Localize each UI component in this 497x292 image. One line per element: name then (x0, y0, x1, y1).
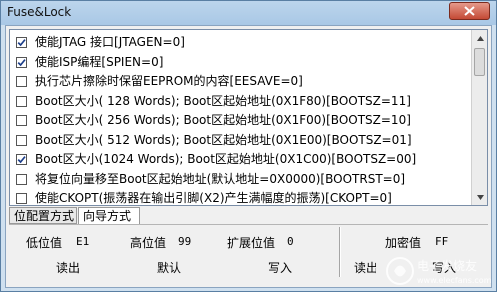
checkbox-checked[interactable] (16, 37, 27, 48)
fuse-option-label: Boot区大小( 512 Words); Boot区起始地址(0X1E00)[B… (35, 132, 412, 147)
fuse-option-row[interactable]: Boot区大小( 256 Words); Boot区起始地址(0X1F00)[B… (10, 111, 472, 131)
fuse-option-label: 使能JTAG 接口[JTAGEN=0] (35, 35, 185, 49)
window-title: Fuse&Lock (7, 5, 72, 19)
lock-read-button[interactable]: 读出 (354, 259, 376, 277)
elecfans-watermark: 电子发烧友 www.elecfans.com (385, 254, 492, 288)
checkbox-unchecked[interactable] (16, 95, 27, 107)
checkbox-unchecked[interactable] (16, 193, 27, 204)
fuse-option-row[interactable]: 使能CKOPT(振荡器在输出引脚(X2)产生满幅度的振荡)[CKOPT=0] (10, 189, 472, 205)
fuse-option-row[interactable]: 使能JTAG 接口[JTAGEN=0] (10, 33, 472, 53)
fuse-option-row[interactable]: Boot区大小(1024 Words); Boot区起始地址(0X1C00)[B… (10, 150, 472, 170)
watermark-text: 电子发烧友 (417, 258, 477, 273)
checkmark-icon (17, 156, 26, 164)
fuse-option-row[interactable]: 执行芯片擦除时保留EEPROM的内容[EESAVE=0] (10, 72, 472, 92)
checkmark-icon (17, 39, 26, 47)
fuse-option-row[interactable]: 使能ISP编程[SPIEN=0] (10, 53, 472, 73)
write-button[interactable]: 写入 (263, 259, 297, 277)
scrollbar-thumb[interactable] (474, 48, 485, 76)
scroll-down-button[interactable] (473, 190, 487, 204)
checkbox-unchecked[interactable] (16, 76, 27, 87)
chevron-up-icon (476, 35, 484, 41)
low-fuse-label: 低位值 (26, 236, 63, 250)
fuse-option-row[interactable]: Boot区大小( 128 Words); Boot区起始地址(0X1F80)[B… (10, 92, 472, 112)
fuse-option-list: 使能JTAG 接口[JTAGEN=0] 使能ISP编程[SPIEN=0] 执行芯片擦… (9, 29, 488, 206)
fuse-option-label: 执行芯片擦除时保留EEPROM的内容[EESAVE=0] (35, 74, 303, 88)
ext-fuse-label: 扩展位值 (227, 236, 276, 250)
lock-field[interactable]: FF (433, 233, 459, 250)
tab-bit-config[interactable]: 位配置方式 (9, 207, 77, 224)
fuse-option-row[interactable]: 将复位向量移至Boot区起始地址(默认地址=0X0000)[BOOTRST=0] (10, 170, 472, 190)
checkbox-unchecked[interactable] (16, 115, 27, 126)
fuse-option-label: 使能CKOPT(振荡器在输出引脚(X2)产生满幅度的振荡)[CKOPT=0] (35, 191, 392, 205)
scroll-up-button[interactable] (473, 31, 487, 45)
ext-fuse-field[interactable]: 0 (285, 233, 311, 250)
checkbox-checked[interactable] (16, 56, 27, 68)
checkbox-unchecked[interactable] (16, 134, 27, 146)
high-fuse-field[interactable]: 99 (176, 233, 204, 250)
checkbox-unchecked[interactable] (16, 173, 27, 185)
high-fuse-label: 高位值 (130, 236, 167, 250)
fuse-option-label: 使能ISP编程[SPIEN=0] (35, 54, 164, 69)
chevron-down-icon (476, 194, 484, 200)
fuse-option-label: Boot区大小( 256 Words); Boot区起始地址(0X1F00)[B… (35, 113, 411, 127)
read-button[interactable]: 读出 (51, 259, 85, 277)
fuse-option-label: Boot区大小( 128 Words); Boot区起始地址(0X1F80)[B… (35, 93, 411, 108)
title-bar[interactable]: Fuse&Lock (1, 1, 496, 25)
close-button[interactable] (449, 2, 490, 20)
fuse-option-row[interactable]: Boot区大小( 512 Words); Boot区起始地址(0X1E00)[B… (10, 131, 472, 151)
watermark-url: www.elecfans.com (417, 276, 491, 285)
panel-divider (339, 227, 341, 277)
checkbox-checked[interactable] (16, 154, 27, 165)
close-icon (464, 6, 475, 16)
fuse-option-label: 将复位向量移至Boot区起始地址(默认地址=0X0000)[BOOTRST=0] (35, 171, 406, 186)
fuse-lock-window: Fuse&Lock 使能JTAG 接口[JTAGEN=0] 使能ISP编程[SPI… (0, 0, 497, 292)
fuse-option-label: Boot区大小(1024 Words); Boot区起始地址(0X1C00)[B… (35, 152, 417, 166)
tab-wizard[interactable]: 向导方式 (78, 207, 140, 225)
lock-label: 加密值 (385, 236, 422, 250)
checkmark-icon (17, 58, 26, 66)
fuse-option-items: 使能JTAG 接口[JTAGEN=0] 使能ISP编程[SPIEN=0] 执行芯片擦… (10, 33, 472, 205)
vertical-scrollbar[interactable] (471, 30, 487, 205)
dialog-body: 使能JTAG 接口[JTAGEN=0] 使能ISP编程[SPIEN=0] 执行芯片擦… (5, 25, 492, 288)
low-fuse-field[interactable]: E1 (74, 233, 108, 250)
default-button[interactable]: 默认 (152, 259, 186, 277)
